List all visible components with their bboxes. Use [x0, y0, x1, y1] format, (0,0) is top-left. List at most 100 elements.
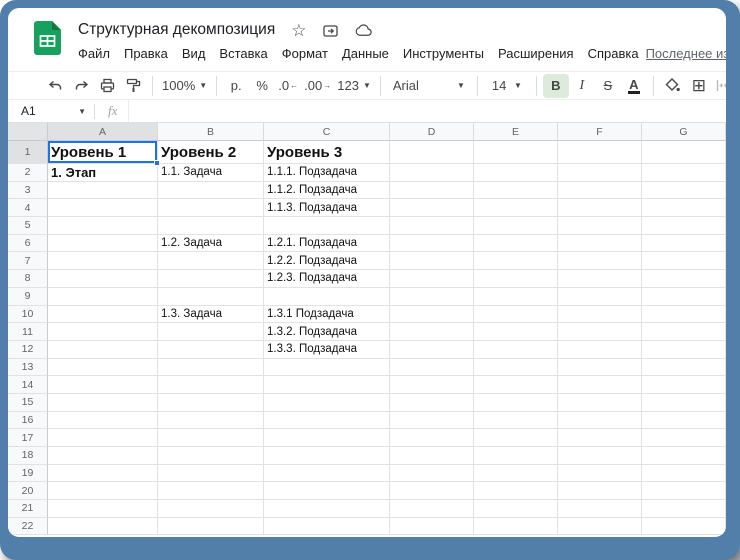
cell-B15[interactable] [158, 394, 264, 412]
cell-E2[interactable] [474, 164, 558, 182]
cell-F14[interactable] [558, 376, 642, 394]
row-header-11[interactable]: 11 [8, 323, 48, 341]
cell-E4[interactable] [474, 199, 558, 217]
cell-C21[interactable] [264, 500, 390, 518]
cell-B16[interactable] [158, 412, 264, 430]
menu-extensions[interactable]: Расширения [491, 44, 581, 63]
cell-B9[interactable] [158, 288, 264, 306]
cell-A10[interactable] [48, 306, 158, 324]
cell-D8[interactable] [390, 270, 474, 288]
cell-D1[interactable] [390, 141, 474, 164]
cell-F5[interactable] [558, 217, 642, 235]
cell-E14[interactable] [474, 376, 558, 394]
cell-C22[interactable] [264, 518, 390, 536]
cell-F3[interactable] [558, 182, 642, 200]
cell-A21[interactable] [48, 500, 158, 518]
undo-button[interactable] [42, 74, 68, 98]
row-header-22[interactable]: 22 [8, 518, 48, 536]
cell-A6[interactable] [48, 235, 158, 253]
menu-help[interactable]: Справка [581, 44, 646, 63]
cell-C2[interactable]: 1.1.1. Подзадача [264, 164, 390, 182]
cell-A2[interactable]: 1. Этап [48, 164, 158, 182]
row-header-15[interactable]: 15 [8, 394, 48, 412]
cell-A20[interactable] [48, 482, 158, 500]
cell-B13[interactable] [158, 359, 264, 377]
column-header-B[interactable]: B [158, 123, 264, 141]
cell-C13[interactable] [264, 359, 390, 377]
cell-E19[interactable] [474, 465, 558, 483]
cell-E7[interactable] [474, 252, 558, 270]
cell-F19[interactable] [558, 465, 642, 483]
cell-A4[interactable] [48, 199, 158, 217]
cell-A16[interactable] [48, 412, 158, 430]
cell-B7[interactable] [158, 252, 264, 270]
cell-C10[interactable]: 1.3.1 Подзадача [264, 306, 390, 324]
cell-G19[interactable] [642, 465, 726, 483]
cell-B5[interactable] [158, 217, 264, 235]
cell-G7[interactable] [642, 252, 726, 270]
strikethrough-button[interactable]: S [595, 74, 621, 98]
document-title[interactable]: Структурная декомпозиция [78, 21, 275, 39]
cell-C14[interactable] [264, 376, 390, 394]
cell-D9[interactable] [390, 288, 474, 306]
select-all-corner[interactable] [8, 123, 48, 141]
cell-A9[interactable] [48, 288, 158, 306]
star-icon[interactable]: ☆ [291, 22, 306, 39]
cell-G10[interactable] [642, 306, 726, 324]
font-family-dropdown[interactable]: Arial▼ [387, 74, 471, 98]
cell-E18[interactable] [474, 447, 558, 465]
cell-A18[interactable] [48, 447, 158, 465]
cell-E8[interactable] [474, 270, 558, 288]
cell-D21[interactable] [390, 500, 474, 518]
cell-E3[interactable] [474, 182, 558, 200]
cell-G20[interactable] [642, 482, 726, 500]
paint-format-button[interactable] [120, 74, 146, 98]
decrease-decimal-button[interactable]: .0← [275, 74, 301, 98]
cell-C8[interactable]: 1.2.3. Подзадача [264, 270, 390, 288]
menu-insert[interactable]: Вставка [212, 44, 274, 63]
row-header-19[interactable]: 19 [8, 465, 48, 483]
cell-B1[interactable]: Уровень 2 [158, 141, 264, 164]
cell-F11[interactable] [558, 323, 642, 341]
cell-F2[interactable] [558, 164, 642, 182]
column-header-D[interactable]: D [390, 123, 474, 141]
cell-G4[interactable] [642, 199, 726, 217]
cell-G21[interactable] [642, 500, 726, 518]
print-button[interactable] [94, 74, 120, 98]
currency-format-button[interactable]: р. [223, 74, 249, 98]
cell-B14[interactable] [158, 376, 264, 394]
cell-D12[interactable] [390, 341, 474, 359]
cell-A14[interactable] [48, 376, 158, 394]
cell-E1[interactable] [474, 141, 558, 164]
cell-D20[interactable] [390, 482, 474, 500]
cell-C3[interactable]: 1.1.2. Подзадача [264, 182, 390, 200]
cell-E21[interactable] [474, 500, 558, 518]
menu-edit[interactable]: Правка [117, 44, 175, 63]
cell-C12[interactable]: 1.3.3. Подзадача [264, 341, 390, 359]
cell-E22[interactable] [474, 518, 558, 536]
cell-A22[interactable] [48, 518, 158, 536]
cell-D17[interactable] [390, 429, 474, 447]
cell-B10[interactable]: 1.3. Задача [158, 306, 264, 324]
sheets-logo[interactable] [34, 21, 61, 55]
cell-D13[interactable] [390, 359, 474, 377]
row-header-1[interactable]: 1 [8, 141, 48, 164]
cell-F20[interactable] [558, 482, 642, 500]
cell-C17[interactable] [264, 429, 390, 447]
cell-F13[interactable] [558, 359, 642, 377]
cell-B4[interactable] [158, 199, 264, 217]
cell-C1[interactable]: Уровень 3 [264, 141, 390, 164]
cell-A13[interactable] [48, 359, 158, 377]
cell-B21[interactable] [158, 500, 264, 518]
number-format-button[interactable]: 123▼ [334, 74, 374, 98]
cell-B22[interactable] [158, 518, 264, 536]
redo-button[interactable] [68, 74, 94, 98]
cell-G3[interactable] [642, 182, 726, 200]
cell-G12[interactable] [642, 341, 726, 359]
cell-E6[interactable] [474, 235, 558, 253]
row-header-21[interactable]: 21 [8, 500, 48, 518]
menu-view[interactable]: Вид [175, 44, 213, 63]
cell-F7[interactable] [558, 252, 642, 270]
menu-tools[interactable]: Инструменты [396, 44, 491, 63]
cell-B8[interactable] [158, 270, 264, 288]
